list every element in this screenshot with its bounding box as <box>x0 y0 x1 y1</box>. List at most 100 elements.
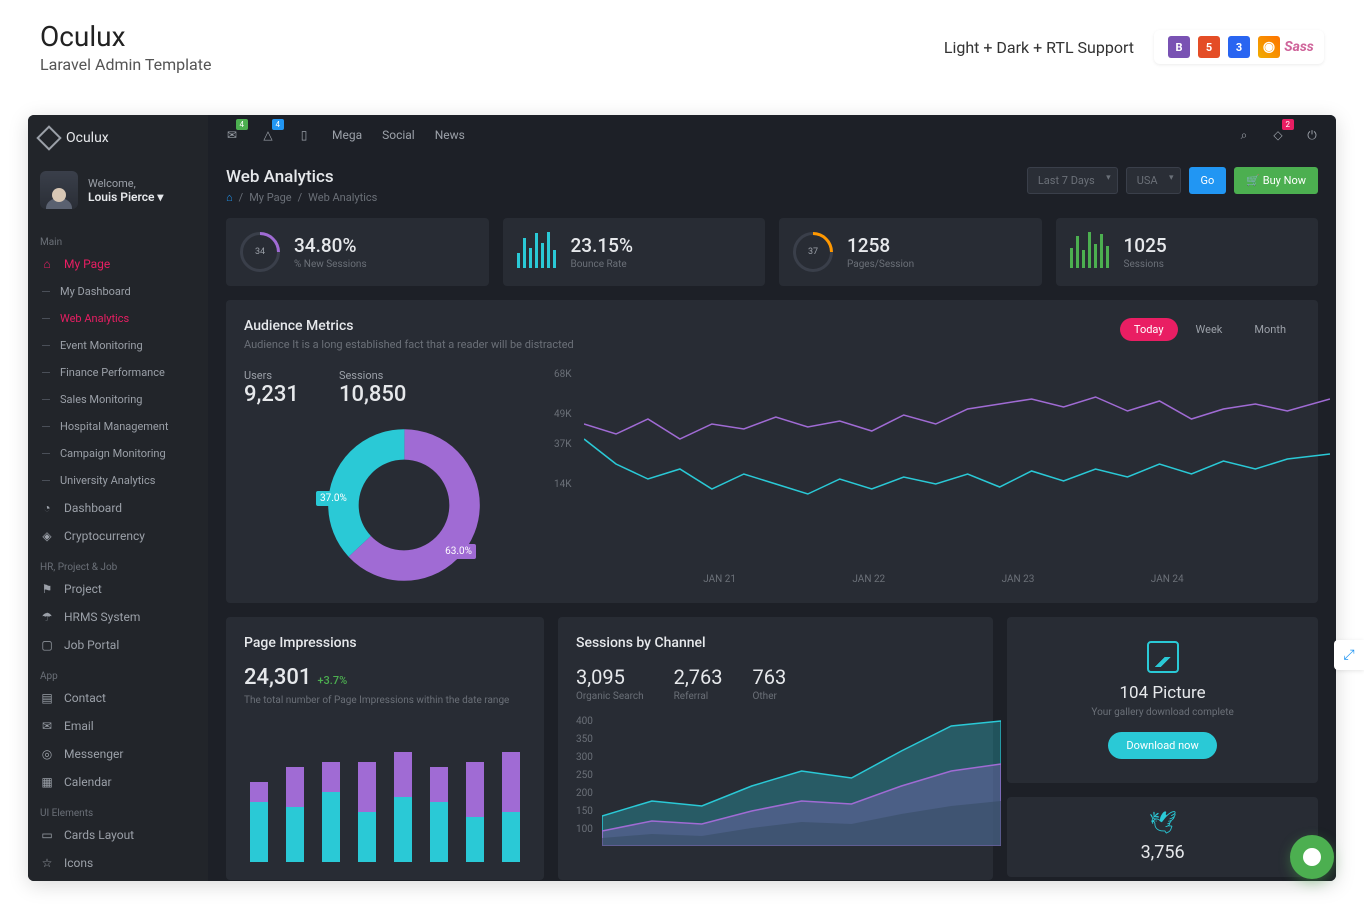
stat-label: Sessions <box>1124 259 1167 270</box>
donut-chart: 37.0% 63.0% <box>324 425 484 585</box>
tech-badges: B 5 3 ◉ Sass <box>1154 30 1324 64</box>
menu-social[interactable]: Social <box>382 128 415 142</box>
diamond-icon: ◈ <box>40 529 54 543</box>
stat-value: 1025 <box>1124 234 1167 257</box>
x-label: JAN 24 <box>1151 574 1184 585</box>
doc-icon[interactable]: ▯ <box>296 127 312 143</box>
y-label: 68K <box>554 369 572 380</box>
card-title: Sessions by Channel <box>576 635 975 651</box>
nav-dashboard[interactable]: ◔Dashboard <box>28 494 208 522</box>
nav-sales-monitoring[interactable]: Sales Monitoring <box>28 386 208 413</box>
nav-hrms[interactable]: ☂HRMS System <box>28 603 208 631</box>
sessions-label: Sessions <box>339 369 406 382</box>
go-button[interactable]: Go <box>1189 167 1227 194</box>
pi-delta: +3.7% <box>317 674 347 687</box>
twitter-icon: 🕊 <box>1021 811 1304 836</box>
tab-today[interactable]: Today <box>1120 318 1178 341</box>
stat-bounce-rate: 23.15%Bounce Rate <box>503 218 766 286</box>
y-label: 300 <box>576 752 593 763</box>
gallery-subtitle: Your gallery download complete <box>1025 707 1300 718</box>
referral-label: Referral <box>674 691 723 702</box>
expand-button[interactable]: ⤢ <box>1334 640 1364 670</box>
brand-name: Oculux <box>66 130 109 146</box>
tab-month[interactable]: Month <box>1240 318 1300 341</box>
nav-hospital-management[interactable]: Hospital Management <box>28 413 208 440</box>
nav-my-dashboard[interactable]: My Dashboard <box>28 278 208 305</box>
donut-slice-b: 63.0% <box>441 544 476 559</box>
menu-mega[interactable]: Mega <box>332 128 362 142</box>
nav-email[interactable]: ✉Email <box>28 712 208 740</box>
menu-news[interactable]: News <box>435 128 465 142</box>
nav-contact[interactable]: ▤Contact <box>28 684 208 712</box>
stat-value: 1258 <box>847 234 914 257</box>
mail-icon[interactable]: ✉4 <box>224 127 240 143</box>
user-profile[interactable]: Welcome, Louis Pierce ▾ <box>28 161 208 225</box>
product-title: Oculux <box>40 20 211 53</box>
bell-badge: 4 <box>272 119 285 130</box>
gallery-card: 104 Picture Your gallery download comple… <box>1007 617 1318 783</box>
pi-description: The total number of Page Impressions wit… <box>244 694 526 708</box>
stat-value: 23.15% <box>571 234 633 257</box>
sessions-value: 10,850 <box>339 382 406 407</box>
organic-value: 3,095 <box>576 665 644 689</box>
y-label: 37K <box>554 439 572 450</box>
home-icon: ⌂ <box>40 257 54 271</box>
nav-cryptocurrency[interactable]: ◈Cryptocurrency <box>28 522 208 550</box>
stat-label: Pages/Session <box>847 259 914 270</box>
nav-web-analytics[interactable]: Web Analytics <box>28 305 208 332</box>
date-filter-select[interactable]: Last 7 Days <box>1027 167 1118 194</box>
y-label: 400 <box>576 716 593 727</box>
user-name: Louis Pierce ▾ <box>88 190 163 204</box>
nav-cards-layout[interactable]: ▭Cards Layout <box>28 821 208 849</box>
brand-logo[interactable]: Oculux <box>28 115 208 161</box>
nav-messenger[interactable]: ◎Messenger <box>28 740 208 768</box>
region-filter-select[interactable]: USA <box>1126 167 1181 194</box>
stat-value: 34.80% <box>294 234 367 257</box>
css3-icon: 3 <box>1228 36 1250 58</box>
nav-section-hr: HR, Project & Job <box>28 556 208 575</box>
bars-mini-icon <box>517 232 557 268</box>
chat-fab[interactable] <box>1290 835 1334 879</box>
nav-job-portal[interactable]: ▢Job Portal <box>28 631 208 659</box>
nav-calendar[interactable]: ▦Calendar <box>28 768 208 796</box>
page-impressions-card: Page Impressions 24,301+3.7% The total n… <box>226 617 544 880</box>
nav-event-monitoring[interactable]: Event Monitoring <box>28 332 208 359</box>
nav-section-ui: UI Elements <box>28 802 208 821</box>
page-title: Web Analytics <box>226 167 377 187</box>
nav-campaign-monitoring[interactable]: Campaign Monitoring <box>28 440 208 467</box>
flag-icon: ⚑ <box>40 582 54 596</box>
chat-icon[interactable]: ◇2 <box>1270 127 1286 143</box>
y-label: 14K <box>554 479 572 490</box>
y-label: 350 <box>576 734 593 745</box>
audience-line-chart: 68K 49K 37K 14K JAN 21 JAN 22 JAN 23 JAN… <box>554 369 1300 585</box>
breadcrumb-home[interactable]: ⌂ <box>226 191 233 204</box>
nav-finance-performance[interactable]: Finance Performance <box>28 359 208 386</box>
tab-week[interactable]: Week <box>1182 318 1237 341</box>
theme-support-text: Light + Dark + RTL Support <box>944 38 1134 57</box>
download-button[interactable]: Download now <box>1108 732 1216 759</box>
tablet-icon: ▢ <box>40 638 54 652</box>
y-label: 100 <box>576 824 593 835</box>
nav-university-analytics[interactable]: University Analytics <box>28 467 208 494</box>
sessions-channel-card: Sessions by Channel 3,095Organic Search … <box>558 617 993 880</box>
nav-my-page[interactable]: ⌂My Page <box>28 250 208 278</box>
y-label: 200 <box>576 788 593 799</box>
breadcrumb-current: Web Analytics <box>308 191 377 204</box>
nav-project[interactable]: ⚑Project <box>28 575 208 603</box>
bell-icon[interactable]: △4 <box>260 127 276 143</box>
users-value: 9,231 <box>244 382 299 407</box>
breadcrumb-mypage[interactable]: My Page <box>249 191 291 204</box>
y-label: 250 <box>576 770 593 781</box>
grunt-icon: ◉ <box>1258 36 1280 58</box>
power-icon[interactable]: ⏻ <box>1304 127 1320 143</box>
referral-value: 2,763 <box>674 665 723 689</box>
calendar-icon: ▦ <box>40 775 54 789</box>
welcome-text: Welcome, <box>88 177 163 190</box>
x-label: JAN 22 <box>852 574 885 585</box>
nav-icons[interactable]: ☆Icons <box>28 849 208 877</box>
chat-badge: 2 <box>1282 119 1295 130</box>
x-label: JAN 21 <box>703 574 736 585</box>
product-subtitle: Laravel Admin Template <box>40 55 211 74</box>
buy-now-button[interactable]: 🛒 Buy Now <box>1234 167 1318 194</box>
search-icon[interactable]: ⌕ <box>1236 127 1252 143</box>
